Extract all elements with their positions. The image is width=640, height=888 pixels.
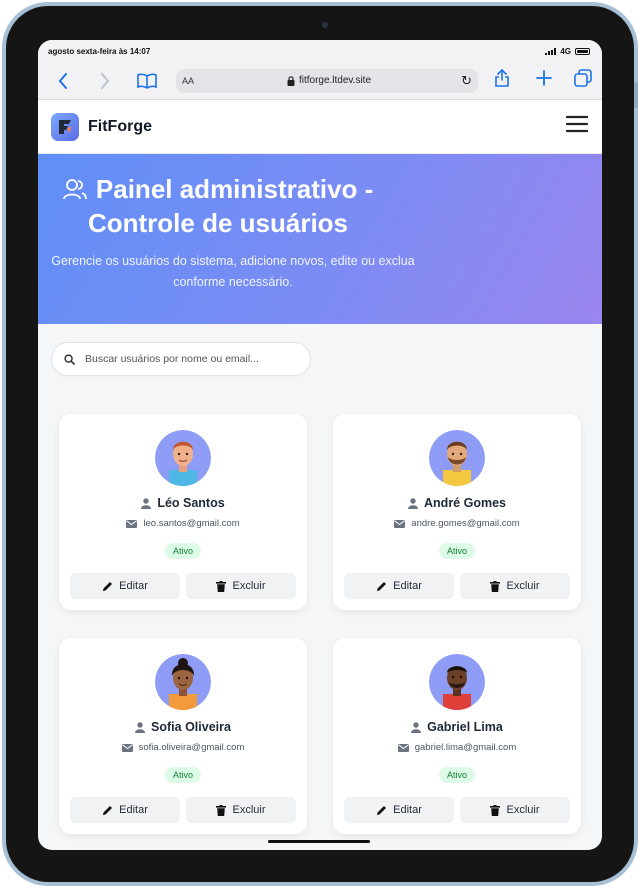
envelope-icon bbox=[394, 519, 406, 528]
user-card: Gabriel Lima gabriel.lima@gmail.com Ativ… bbox=[333, 638, 581, 834]
app-header: FitForge bbox=[38, 100, 602, 154]
user-email: leo.santos@gmail.com bbox=[143, 518, 240, 529]
network-label: 4G bbox=[560, 46, 571, 56]
pencil-icon bbox=[377, 581, 387, 591]
user-card: André Gomes andre.gomes@gmail.com Ativo … bbox=[333, 414, 581, 610]
user-icon bbox=[411, 721, 422, 733]
user-email: sofia.oliveira@gmail.com bbox=[138, 742, 245, 753]
brand-logo-icon[interactable] bbox=[51, 112, 79, 141]
tabs-icon[interactable] bbox=[574, 69, 592, 92]
signal-icon bbox=[545, 47, 557, 55]
trash-icon bbox=[490, 804, 501, 816]
user-email: andre.gomes@gmail.com bbox=[411, 518, 520, 529]
search-bar[interactable] bbox=[51, 342, 311, 376]
front-camera bbox=[322, 22, 328, 28]
forward-icon[interactable] bbox=[90, 72, 120, 89]
back-icon[interactable] bbox=[48, 72, 78, 89]
delete-button[interactable]: Excluir bbox=[460, 573, 570, 599]
browser-toolbar: AA fitforge.ltdev.site ↻ bbox=[38, 62, 602, 100]
status-badge: Ativo bbox=[164, 767, 202, 783]
user-name: André Gomes bbox=[424, 496, 506, 510]
user-name: Sofia Oliveira bbox=[151, 720, 231, 734]
user-card: Sofia Oliveira sofia.oliveira@gmail.com … bbox=[59, 638, 307, 834]
envelope-icon bbox=[121, 743, 133, 752]
volume-button bbox=[634, 82, 638, 108]
edit-button[interactable]: Editar bbox=[70, 573, 180, 599]
screen: agosto sexta-feira às 14:07 4G AA fitfor… bbox=[38, 40, 602, 850]
search-icon bbox=[64, 353, 75, 365]
home-indicator[interactable] bbox=[268, 840, 370, 843]
status-badge: Ativo bbox=[438, 767, 476, 783]
user-icon bbox=[141, 497, 152, 509]
status-time: agosto sexta-feira às 14:07 bbox=[48, 46, 151, 56]
user-name: Léo Santos bbox=[157, 496, 225, 510]
search-input[interactable] bbox=[85, 353, 285, 365]
edit-button[interactable]: Editar bbox=[70, 797, 180, 823]
page-subtitle: Gerencie os usuários do sistema, adicion… bbox=[51, 254, 415, 289]
status-bar: agosto sexta-feira às 14:07 4G bbox=[38, 40, 602, 62]
users-icon bbox=[62, 179, 87, 200]
page-title-text: Painel administrativo - Controle de usuá… bbox=[87, 174, 374, 238]
avatar bbox=[429, 654, 485, 710]
reload-icon[interactable]: ↻ bbox=[456, 73, 472, 89]
user-icon bbox=[408, 497, 419, 509]
url-text: fitforge.ltdev.site bbox=[298, 75, 372, 86]
hamburger-menu-icon[interactable] bbox=[565, 115, 589, 138]
battery-icon bbox=[575, 47, 590, 55]
user-card: Léo Santos leo.santos@gmail.com Ativo Ed… bbox=[59, 414, 307, 610]
avatar bbox=[155, 430, 211, 486]
pencil-icon bbox=[377, 805, 387, 815]
status-badge: Ativo bbox=[164, 543, 202, 559]
trash-icon bbox=[216, 804, 227, 816]
page-title: Painel administrativo - Controle de usuá… bbox=[38, 172, 408, 240]
text-size-button[interactable]: AA bbox=[182, 76, 202, 86]
delete-button[interactable]: Excluir bbox=[186, 797, 296, 823]
avatar bbox=[429, 430, 485, 486]
status-badge: Ativo bbox=[438, 543, 476, 559]
hero-banner: Painel administrativo - Controle de usuá… bbox=[38, 154, 602, 324]
user-email: gabriel.lima@gmail.com bbox=[414, 742, 517, 753]
envelope-icon bbox=[126, 519, 138, 528]
new-tab-icon[interactable] bbox=[536, 70, 552, 91]
delete-button[interactable]: Excluir bbox=[460, 797, 570, 823]
pencil-icon bbox=[103, 805, 113, 815]
avatar bbox=[155, 654, 211, 710]
address-bar[interactable]: AA fitforge.ltdev.site ↻ bbox=[176, 68, 478, 93]
edit-button[interactable]: Editar bbox=[344, 573, 454, 599]
lock-icon bbox=[287, 75, 295, 86]
trash-icon bbox=[490, 580, 501, 592]
brand-name[interactable]: FitForge bbox=[88, 118, 152, 136]
bookmarks-icon[interactable] bbox=[132, 73, 162, 89]
share-icon[interactable] bbox=[494, 68, 510, 92]
trash-icon bbox=[216, 580, 227, 592]
user-icon bbox=[135, 721, 146, 733]
edit-button[interactable]: Editar bbox=[344, 797, 454, 823]
delete-button[interactable]: Excluir bbox=[186, 573, 296, 599]
pencil-icon bbox=[103, 581, 113, 591]
envelope-icon bbox=[397, 743, 409, 752]
user-name: Gabriel Lima bbox=[427, 720, 503, 734]
